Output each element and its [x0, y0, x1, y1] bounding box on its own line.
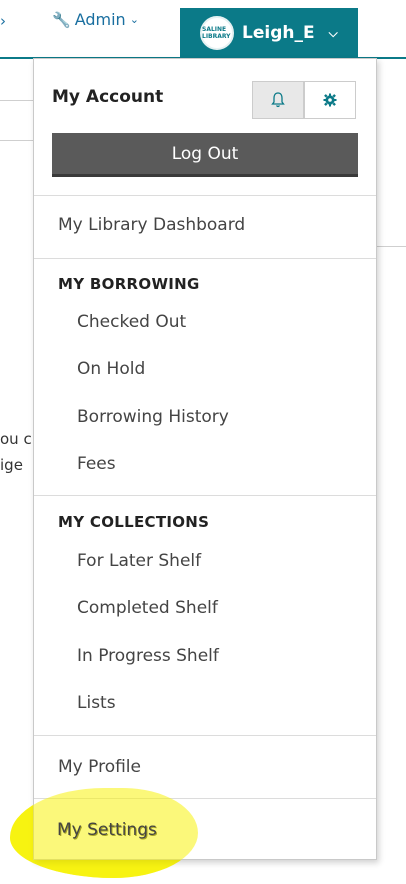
settings-gear-button[interactable]: [304, 81, 356, 119]
menu-item-my-profile[interactable]: My Profile: [58, 757, 141, 777]
admin-label: Admin: [74, 10, 126, 29]
previous-nav-fragment-icon[interactable]: ›: [0, 12, 6, 30]
logout-button[interactable]: Log Out: [52, 133, 358, 177]
avatar-logo-text: SALINE LIBRARY: [202, 26, 231, 40]
menu-item-fees[interactable]: Fees: [77, 454, 116, 474]
menu-item-lists[interactable]: Lists: [77, 693, 116, 713]
page-divider: [0, 140, 33, 141]
top-nav-bar: › 🔧 Admin ⌄ SALINE LIBRARY Leigh_E ⌵: [0, 0, 406, 59]
gear-icon: [323, 93, 337, 107]
menu-item-dashboard[interactable]: My Library Dashboard: [58, 215, 245, 235]
menu-divider: [34, 258, 376, 259]
page-divider: [0, 100, 33, 101]
user-account-tab[interactable]: SALINE LIBRARY Leigh_E ⌵: [180, 8, 358, 58]
menu-item-completed-shelf[interactable]: Completed Shelf: [77, 598, 218, 618]
user-name: Leigh_E: [242, 23, 315, 43]
page-text-fragment: ou c: [0, 430, 32, 448]
chevron-down-icon: ⌄: [129, 13, 139, 26]
notifications-button[interactable]: [252, 81, 304, 119]
menu-item-for-later-shelf[interactable]: For Later Shelf: [77, 551, 201, 571]
account-dropdown: My Account Log Out My Library Dashboard …: [33, 58, 377, 860]
page-divider: [377, 246, 406, 247]
menu-divider: [34, 735, 376, 736]
menu-divider: [34, 495, 376, 496]
account-title: My Account: [52, 87, 164, 107]
menu-divider: [34, 195, 376, 196]
chevron-down-icon: ⌵: [328, 25, 338, 40]
avatar: SALINE LIBRARY: [200, 16, 234, 50]
menu-item-on-hold[interactable]: On Hold: [77, 359, 145, 379]
menu-item-checked-out[interactable]: Checked Out: [77, 312, 186, 332]
borrowing-heading: MY BORROWING: [58, 275, 200, 293]
menu-item-borrowing-history[interactable]: Borrowing History: [77, 407, 229, 427]
menu-item-in-progress-shelf[interactable]: In Progress Shelf: [77, 646, 219, 666]
page-text-fragment: ige: [0, 456, 23, 474]
bell-icon: [271, 92, 285, 108]
wrench-icon: 🔧: [52, 10, 71, 29]
admin-menu[interactable]: 🔧 Admin ⌄: [52, 10, 139, 29]
collections-heading: MY COLLECTIONS: [58, 513, 210, 531]
menu-item-my-settings-label: My Settings: [57, 820, 157, 840]
